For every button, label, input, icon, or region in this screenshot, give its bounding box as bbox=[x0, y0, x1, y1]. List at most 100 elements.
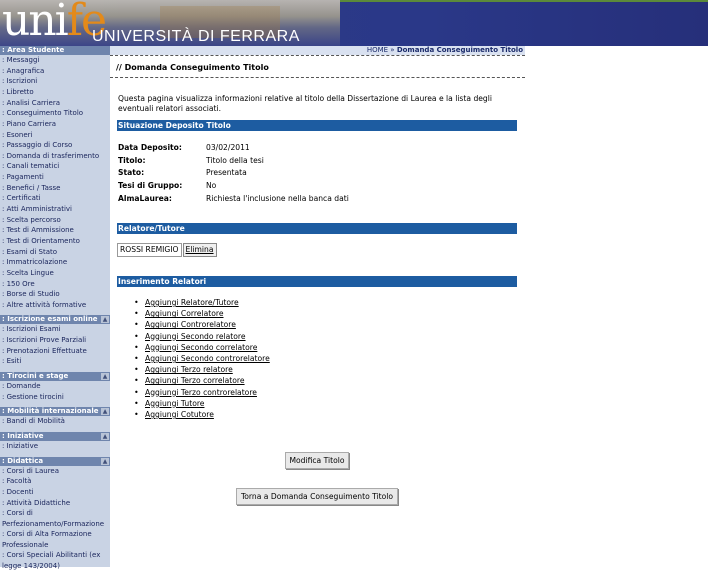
sidebar-item[interactable]: : Facoltà bbox=[0, 476, 110, 487]
sidebar-item[interactable]: : Atti Amministrativi bbox=[0, 204, 110, 215]
sidebar-item[interactable]: : Bandi di Mobilità bbox=[0, 416, 110, 427]
breadcrumb-home[interactable]: HOME bbox=[367, 46, 388, 54]
list-item: Aggiungi Cotutore bbox=[134, 409, 270, 420]
sidebar-item[interactable]: : Esami di Stato bbox=[0, 247, 110, 258]
relatore-section-header: Relatore/Tutore bbox=[117, 223, 517, 234]
sidebar-item[interactable]: : Scelta percorso bbox=[0, 215, 110, 226]
add-relatore-link[interactable]: Aggiungi Terzo controrelatore bbox=[145, 388, 257, 397]
sidebar-item[interactable]: : Conseguimento Titolo bbox=[0, 108, 110, 119]
sidebar-item[interactable]: : Messaggi bbox=[0, 55, 110, 66]
university-name: UNIVERSITÀ DI FERRARA bbox=[92, 28, 300, 45]
add-relatore-link[interactable]: Aggiungi Secondo correlatore bbox=[145, 343, 257, 352]
info-label: Titolo: bbox=[118, 155, 146, 165]
add-relatori-list: Aggiungi Relatore/Tutore Aggiungi Correla… bbox=[134, 297, 270, 420]
sidebar-item[interactable]: : Domanda di trasferimento bbox=[0, 151, 110, 162]
list-item: Aggiungi Terzo correlatore bbox=[134, 375, 270, 386]
sidebar-item[interactable]: : Iniziative bbox=[0, 441, 110, 452]
sidebar-item[interactable]: : Altre attività formative bbox=[0, 300, 110, 311]
sidebar-item[interactable]: : Immatricolazione bbox=[0, 257, 110, 268]
sidebar-item[interactable]: : Scelta Lingue bbox=[0, 268, 110, 279]
sidebar-item[interactable]: : Analisi Carriera bbox=[0, 98, 110, 109]
sidebar-item[interactable]: : Canali tematici bbox=[0, 161, 110, 172]
add-relatore-link[interactable]: Aggiungi Correlatore bbox=[145, 309, 224, 318]
list-item: Aggiungi Terzo relatore bbox=[134, 364, 270, 375]
sidebar-section-header[interactable]: : Mobilità internazionale ▲ bbox=[0, 407, 110, 417]
site-header: unife UNIVERSITÀ DI FERRARA bbox=[0, 0, 708, 46]
deposito-section-header: Situazione Deposito Titolo bbox=[117, 120, 517, 131]
info-row: Stato: Presentata bbox=[118, 167, 349, 180]
sidebar-item[interactable]: : Corsi di Perfezionamento/Formazione bbox=[0, 508, 110, 529]
collapse-arrow-icon[interactable]: ▲ bbox=[101, 372, 109, 380]
add-relatore-link[interactable]: Aggiungi Tutore bbox=[145, 399, 204, 408]
info-label: Tesi di Gruppo: bbox=[118, 181, 183, 191]
sidebar-item[interactable]: : Esiti bbox=[0, 356, 110, 367]
sidebar-section-header[interactable]: : Didattica ▲ bbox=[0, 456, 110, 466]
sidebar-item[interactable]: : Docenti bbox=[0, 487, 110, 498]
sidebar-section-header[interactable]: : Iscrizione esami online ▲ bbox=[0, 315, 110, 325]
sidebar-item[interactable]: : Libretto bbox=[0, 87, 110, 98]
info-row: AlmaLaurea: Richiesta l'inclusione nella … bbox=[118, 192, 349, 205]
sidebar-item[interactable]: : Pagamenti bbox=[0, 172, 110, 183]
sidebar-item[interactable]: : Esoneri bbox=[0, 130, 110, 141]
breadcrumb-separator: » bbox=[388, 46, 397, 54]
sidebar-item[interactable]: : Iscrizioni Prove Parziali bbox=[0, 335, 110, 346]
info-value: No bbox=[206, 181, 217, 191]
add-relatore-link[interactable]: Aggiungi Relatore/Tutore bbox=[145, 298, 239, 307]
sidebar-section-header[interactable]: : Area Studente bbox=[0, 46, 110, 55]
add-relatore-link[interactable]: Aggiungi Controrelatore bbox=[145, 320, 236, 329]
sidebar-item[interactable]: : Test di Ammissione bbox=[0, 225, 110, 236]
collapse-arrow-icon[interactable]: ▲ bbox=[101, 432, 109, 440]
sidebar-item[interactable]: : Iscrizioni bbox=[0, 76, 110, 87]
sidebar-item[interactable]: : Corsi Speciali Abilitanti (ex legge 14… bbox=[0, 550, 110, 571]
add-relatore-link[interactable]: Aggiungi Terzo correlatore bbox=[145, 376, 245, 385]
info-value: Richiesta l'inclusione nella banca dati bbox=[206, 194, 349, 204]
info-row: Data Deposito: 03/02/2011 bbox=[118, 141, 349, 154]
deposito-info-table: Data Deposito: 03/02/2011 Titolo: Titolo de… bbox=[118, 141, 349, 205]
add-relatore-link[interactable]: Aggiungi Terzo relatore bbox=[145, 365, 233, 374]
torna-button[interactable]: Torna a Domanda Conseguimento Titolo bbox=[236, 488, 398, 505]
breadcrumb: HOME » Domanda Conseguimento Titolo bbox=[110, 46, 525, 55]
sidebar-item[interactable]: : Prenotazioni Effettuate bbox=[0, 346, 110, 357]
add-relatore-link[interactable]: Aggiungi Secondo controrelatore bbox=[145, 354, 270, 363]
relatore-name: ROSSI REMIGIO bbox=[117, 243, 182, 257]
sidebar-item[interactable]: : Domande bbox=[0, 381, 110, 392]
sidebar-item[interactable]: : Borse di Studio bbox=[0, 289, 110, 300]
list-item: Aggiungi Tutore bbox=[134, 398, 270, 409]
sidebar-item[interactable]: : Benefici / Tasse bbox=[0, 183, 110, 194]
sidebar-item[interactable]: : Piano Carriera bbox=[0, 119, 110, 130]
sidebar-item[interactable]: : Passaggio di Corso bbox=[0, 140, 110, 151]
info-row: Tesi di Gruppo: No bbox=[118, 179, 349, 192]
relatore-row: ROSSI REMIGIO Elimina bbox=[117, 243, 217, 257]
sidebar-item[interactable]: : Corsi di Alta Formazione Professionale bbox=[0, 529, 110, 550]
sidebar-item[interactable]: : Corsi di Laurea bbox=[0, 466, 110, 477]
list-item: Aggiungi Terzo controrelatore bbox=[134, 387, 270, 398]
info-label: Data Deposito: bbox=[118, 142, 182, 152]
sidebar-item[interactable]: : Test di Orientamento bbox=[0, 236, 110, 247]
header-accent-line bbox=[340, 0, 708, 2]
info-value: Titolo della tesi bbox=[206, 155, 264, 165]
sidebar-section-header[interactable]: : Iniziative ▲ bbox=[0, 431, 110, 441]
info-value: 03/02/2011 bbox=[206, 142, 250, 152]
sidebar-section-header[interactable]: : Tirocini e stage ▲ bbox=[0, 371, 110, 381]
sidebar-item[interactable]: : Gestione tirocini bbox=[0, 392, 110, 403]
page-title-box: // Domanda Conseguimento Titolo bbox=[110, 55, 525, 78]
modifica-titolo-button[interactable]: Modifica Titolo bbox=[285, 452, 349, 469]
delete-relatore-button[interactable]: Elimina bbox=[182, 243, 217, 257]
collapse-arrow-icon[interactable]: ▲ bbox=[101, 316, 109, 324]
sidebar-item[interactable]: : Certificati bbox=[0, 193, 110, 204]
add-relatore-link[interactable]: Aggiungi Cotutore bbox=[145, 410, 214, 419]
intro-text: Questa pagina visualizza informazioni re… bbox=[118, 94, 492, 113]
sidebar-item[interactable]: : Anagrafica bbox=[0, 66, 110, 77]
add-relatore-link[interactable]: Aggiungi Secondo relatore bbox=[145, 332, 246, 341]
list-item: Aggiungi Correlatore bbox=[134, 308, 270, 319]
sidebar-item[interactable]: : Attività Didattiche bbox=[0, 498, 110, 509]
info-label: AlmaLaurea: bbox=[118, 194, 172, 204]
unife-logo[interactable]: unife bbox=[2, 0, 107, 44]
list-item: Aggiungi Controrelatore bbox=[134, 319, 270, 330]
sidebar-item[interactable]: : 150 Ore bbox=[0, 279, 110, 290]
collapse-arrow-icon[interactable]: ▲ bbox=[101, 457, 109, 465]
collapse-arrow-icon[interactable]: ▲ bbox=[101, 408, 109, 416]
sidebar-item[interactable]: : Iscrizioni Esami bbox=[0, 324, 110, 335]
list-item: Aggiungi Secondo correlatore bbox=[134, 342, 270, 353]
